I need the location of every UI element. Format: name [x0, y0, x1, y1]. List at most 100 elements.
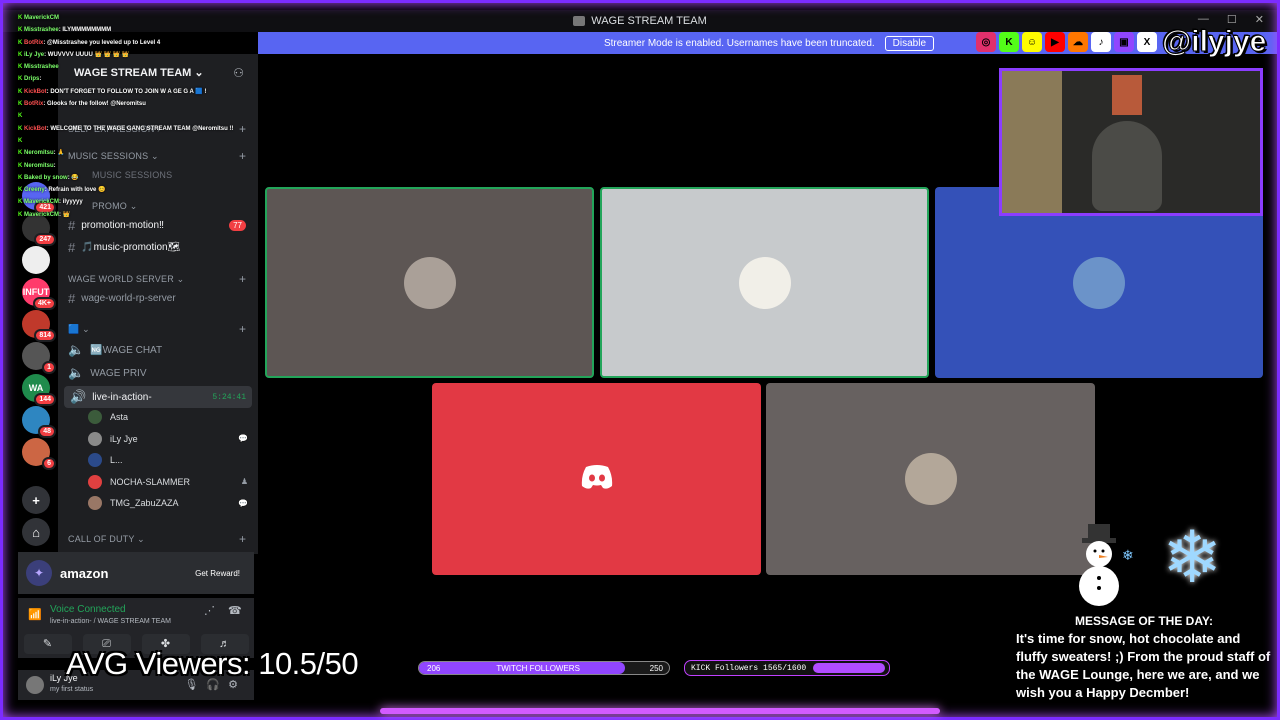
- chat-message: K Greeny: Refrain with love 😊: [18, 184, 278, 196]
- channel-wage-world-rp[interactable]: # wage-world-rp-server: [68, 291, 176, 306]
- chat-message: K MaverickCM: [18, 12, 278, 24]
- disconnect-icon[interactable]: ☎: [228, 604, 242, 617]
- add-channel-icon[interactable]: +: [239, 322, 246, 336]
- video-button[interactable]: ✎: [23, 634, 72, 654]
- voice-member[interactable]: iLy Jye 💬: [88, 431, 248, 446]
- category-blank[interactable]: 🟦 ⌄: [68, 324, 90, 335]
- server-server-icon[interactable]: INFUT 4K+: [22, 278, 56, 310]
- chat-text: : DON'T FORGET TO FOLLOW TO JOIN W A GE …: [46, 88, 207, 95]
- signal-icon: 📶: [28, 609, 42, 621]
- chat-username: Misstrashee: [24, 27, 59, 34]
- mention-badge: 77: [229, 220, 246, 231]
- chat-username: Neromitsu: [24, 150, 54, 157]
- chat-message: K Misstrashee: ILYMMMMMMMM: [18, 24, 278, 36]
- voice-member[interactable]: L...: [88, 453, 248, 467]
- avatar: [88, 496, 102, 510]
- chat-message: K BotRix: @Misstrashee you leveled up to…: [18, 37, 278, 49]
- webcam-background: [1002, 71, 1062, 213]
- frame-glow: [380, 708, 940, 714]
- participant-tile[interactable]: [766, 383, 1095, 575]
- voice-member[interactable]: NOCHA-SLAMMER ♟: [88, 474, 248, 489]
- voice-channel-wage-chat[interactable]: 🔈 🆖WAGE CHAT: [68, 342, 162, 358]
- server-label: WA: [28, 383, 44, 393]
- amazon-promo[interactable]: ✦ amazon Get Reward!: [18, 552, 254, 594]
- voice-status[interactable]: Voice Connected: [50, 604, 126, 615]
- chat-username: Baked by snow: [24, 174, 68, 181]
- category-call-of-duty[interactable]: CALL OF DUTY ⌄: [68, 534, 145, 545]
- member-status-icon: 💬: [238, 434, 248, 443]
- chat-username: KickBot: [24, 88, 47, 95]
- voice-member[interactable]: Asta: [88, 410, 248, 424]
- kick-icon: K: [999, 32, 1019, 52]
- avatar: [88, 453, 102, 467]
- twitch-current: 206: [427, 663, 441, 673]
- get-reward-button[interactable]: Get Reward!: [195, 569, 240, 578]
- voice-channel-wage-priv[interactable]: 🔈 WAGE PRIV: [68, 365, 147, 381]
- chat-message: K Misstrashee: [18, 61, 278, 73]
- avatar: [904, 453, 957, 505]
- voice-channel-live-in-action[interactable]: 🔊 live-in-action- 5:24:41: [64, 386, 252, 408]
- avatar[interactable]: [26, 676, 44, 694]
- add-server-button[interactable]: +: [22, 486, 50, 514]
- chat-text: :: [39, 76, 42, 83]
- kick-badge-icon: K: [18, 113, 23, 120]
- discover-button[interactable]: ⌂: [22, 518, 50, 546]
- chat-username: BotRix: [24, 101, 44, 108]
- server-server-icon[interactable]: 1: [22, 342, 56, 374]
- chat-text: : ilyyyyy: [59, 199, 83, 206]
- participant-tile[interactable]: [600, 187, 929, 378]
- motd-title: MESSAGE OF THE DAY:: [1074, 614, 1214, 628]
- server-server-icon[interactable]: 48: [22, 406, 56, 438]
- webcam-person: [1092, 121, 1162, 211]
- chat-message: K MaverickCM: 👑: [18, 209, 278, 221]
- tiktok-icon: ♪: [1091, 32, 1111, 52]
- notification-badge: 1: [42, 361, 56, 374]
- twitch-follower-goal: 206 TWITCH FOLLOWERS 250: [418, 661, 670, 675]
- avatar: [1073, 256, 1125, 309]
- hash-icon: #: [68, 291, 76, 306]
- member-name: NOCHA-SLAMMER: [110, 476, 191, 487]
- svg-text:❄: ❄: [1122, 547, 1134, 563]
- participant-tile[interactable]: [432, 383, 761, 575]
- add-channel-icon[interactable]: +: [239, 272, 246, 286]
- disable-button[interactable]: Disable: [884, 35, 935, 51]
- voice-location: live-in-action- / WAGE STREAM TEAM: [50, 618, 171, 625]
- chat-message: K KickBot: WELCOME TO THE WAGE GANG STRE…: [18, 123, 278, 135]
- message-of-the-day: MESSAGE OF THE DAY: It's time for snow, …: [1016, 612, 1272, 702]
- youtube-icon: ▶: [1045, 32, 1065, 52]
- voice-member[interactable]: TMG_ZabuZAZA 💬: [88, 496, 248, 510]
- chat-message: K: [18, 110, 278, 122]
- chat-message: K Neromitsu:: [18, 160, 278, 172]
- chat-message: K Drips:: [18, 73, 278, 85]
- social-handle: @ilyjye: [1161, 25, 1267, 59]
- promo-brand: amazon: [60, 565, 109, 581]
- server-server-icon[interactable]: 6: [22, 438, 56, 470]
- twitch-icon: ▣: [1114, 32, 1134, 52]
- webcam-poster: [1112, 75, 1142, 115]
- noise-suppression-icon[interactable]: ⋰: [204, 604, 215, 617]
- chat-username: BotRix: [24, 39, 44, 46]
- chat-text: : ILYMMMMMMMM: [58, 27, 112, 34]
- instagram-icon: ◎: [976, 32, 996, 52]
- promo-logo-icon: ✦: [26, 560, 52, 586]
- notification-badge: 4K+: [32, 297, 56, 310]
- server-server-icon[interactable]: WA 144: [22, 374, 56, 406]
- add-channel-icon[interactable]: +: [239, 532, 246, 546]
- snowflake-decoration: ❄: [1162, 518, 1223, 598]
- chat-message: K BotRix: Glooks for the follow! @Neromi…: [18, 98, 278, 110]
- chat-message: K iLy Jye: WUVVVV UUUU 👑 👑 👑 👑: [18, 49, 278, 61]
- speaker-icon: 🔈: [68, 342, 85, 357]
- chat-message: K MaverickCM: ilyyyyy: [18, 196, 278, 208]
- chat-text: : 🙏: [53, 150, 65, 157]
- server-server-icon[interactable]: 814: [22, 310, 56, 342]
- speaker-icon: 🔈: [68, 365, 85, 380]
- chat-message: K: [18, 135, 278, 147]
- banner-text: Streamer Mode is enabled. Usernames have…: [603, 37, 875, 49]
- server-server-icon[interactable]: [22, 246, 50, 274]
- category-wage-world-server[interactable]: WAGE WORLD SERVER ⌄: [68, 274, 184, 285]
- chat-username: Drips: [24, 76, 40, 83]
- chat-text: : WUVVVV UUUU 👑 👑 👑 👑: [44, 51, 130, 58]
- twitch-goal: 250: [649, 663, 663, 673]
- participant-tile[interactable]: [265, 187, 594, 378]
- channel-music-promotion[interactable]: # 🎵music-promotion🗺: [68, 240, 180, 255]
